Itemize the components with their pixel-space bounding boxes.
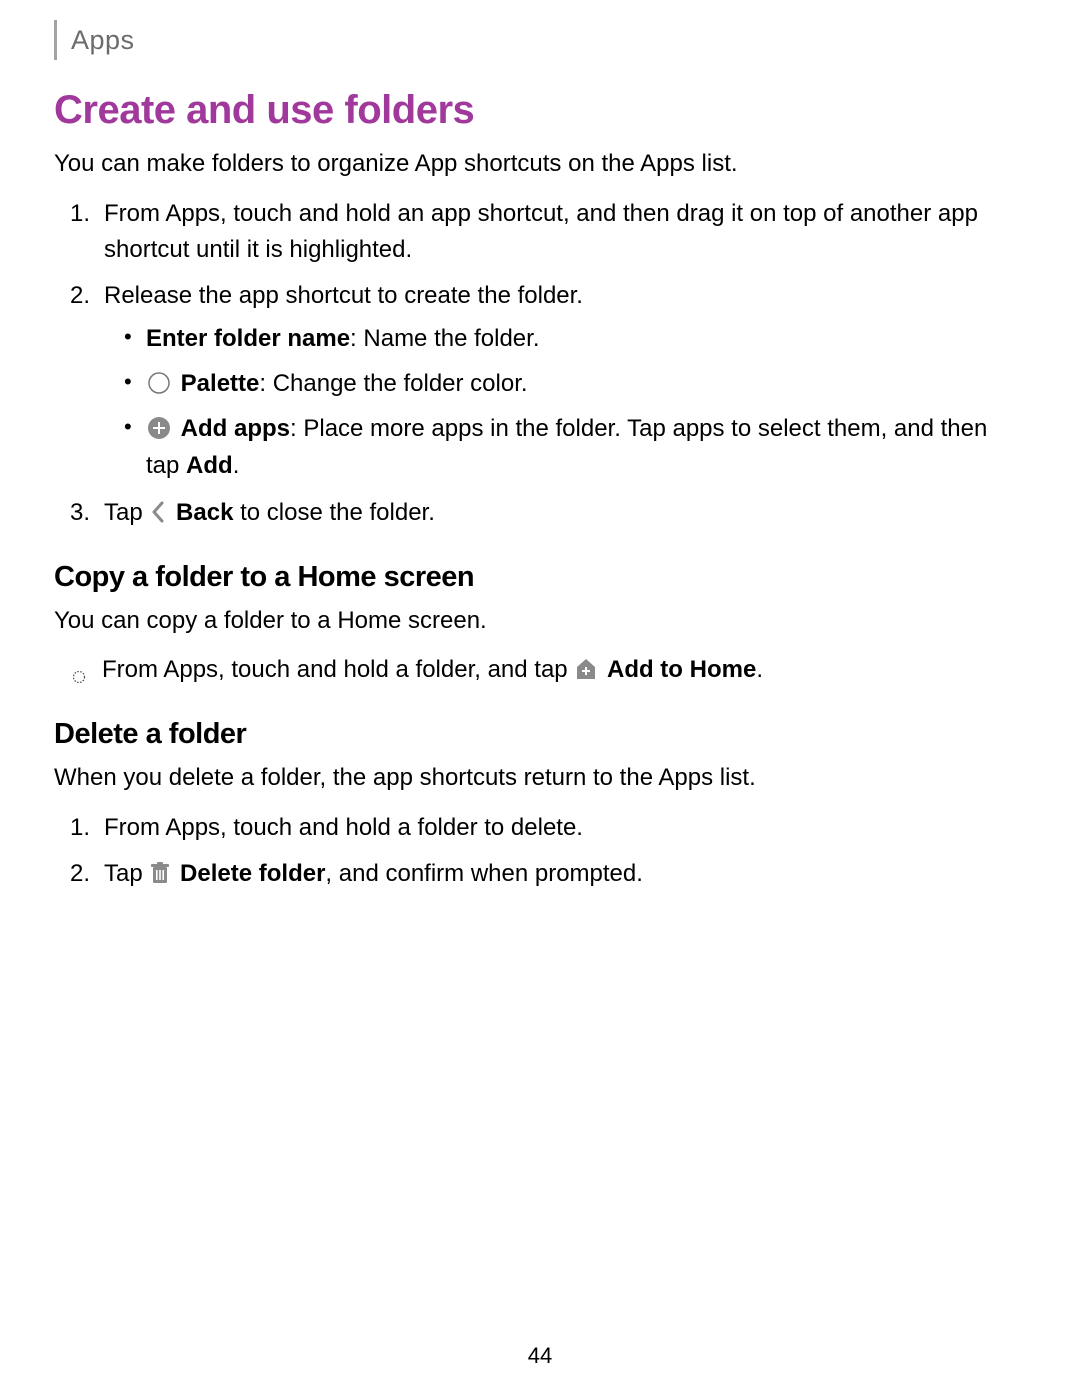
sub-enter-folder-name: Enter folder name: Name the folder. [146, 320, 1026, 357]
step-bold: Back [176, 499, 233, 526]
sub-add-apps: Add apps: Place more apps in the folder.… [146, 410, 1026, 484]
step-number: 3. [70, 495, 90, 531]
section-label: Apps [71, 25, 135, 56]
step-lead: Tap [104, 860, 149, 887]
main-steps-list: 1. From Apps, touch and hold an app shor… [54, 196, 1026, 531]
step-rest: , and confirm when prompted. [325, 860, 643, 887]
subheading-delete: Delete a folder [54, 718, 1026, 751]
step-2-sublist: Enter folder name: Name the folder. Pale… [104, 320, 1026, 485]
delete-intro: When you delete a folder, the app shortc… [54, 761, 1026, 796]
page-header: Apps [54, 20, 1026, 60]
sub-rest: : Change the folder color. [259, 370, 527, 397]
copy-lead: From Apps, touch and hold a folder, and … [102, 656, 574, 683]
document-page: Apps Create and use folders You can make… [0, 0, 1080, 1397]
step-number: 1. [70, 196, 90, 232]
delete-step-1: 1. From Apps, touch and hold a folder to… [104, 810, 1026, 846]
copy-tail: . [756, 656, 763, 683]
step-text: From Apps, touch and hold a folder to de… [104, 814, 583, 841]
sub-label: Enter folder name [146, 325, 350, 352]
step-1: 1. From Apps, touch and hold an app shor… [104, 196, 1026, 268]
delete-step-2: 2. Tap Delete folder, and confirm when p… [104, 856, 1026, 892]
back-chevron-icon [150, 500, 166, 524]
step-3: 3. Tap Back to close the folder. [104, 495, 1026, 531]
sub-palette: Palette: Change the folder color. [146, 365, 1026, 402]
subheading-copy: Copy a folder to a Home screen [54, 561, 1026, 594]
copy-action-item: From Apps, touch and hold a folder, and … [102, 652, 1026, 688]
copy-bold: Add to Home [607, 656, 756, 683]
step-bold: Delete folder [180, 860, 325, 887]
sub-label: Add apps [181, 415, 290, 442]
sub-label: Palette [181, 370, 260, 397]
copy-action-list: From Apps, touch and hold a folder, and … [54, 652, 1026, 688]
sub-rest-bold-tail: Add [186, 452, 233, 479]
step-number: 1. [70, 810, 90, 846]
copy-intro: You can copy a folder to a Home screen. [54, 604, 1026, 639]
step-rest: to close the folder. [233, 499, 434, 526]
step-text: From Apps, touch and hold an app shortcu… [104, 200, 978, 263]
step-text: Release the app shortcut to create the f… [104, 282, 583, 309]
sub-rest: : Name the folder. [350, 325, 539, 352]
step-2: 2. Release the app shortcut to create th… [104, 278, 1026, 485]
palette-icon [147, 371, 171, 395]
step-lead: Tap [104, 499, 149, 526]
step-number: 2. [70, 856, 90, 892]
page-title: Create and use folders [54, 88, 1026, 133]
page-number: 44 [0, 1343, 1080, 1369]
plus-circle-icon [147, 416, 171, 440]
trash-icon [150, 861, 170, 885]
step-number: 2. [70, 278, 90, 314]
add-to-home-icon [575, 657, 597, 681]
header-rule [54, 20, 57, 60]
dotted-circle-icon [72, 659, 86, 673]
delete-steps-list: 1. From Apps, touch and hold a folder to… [54, 810, 1026, 892]
intro-text: You can make folders to organize App sho… [54, 147, 1026, 182]
sub-rest-after: . [233, 452, 240, 479]
